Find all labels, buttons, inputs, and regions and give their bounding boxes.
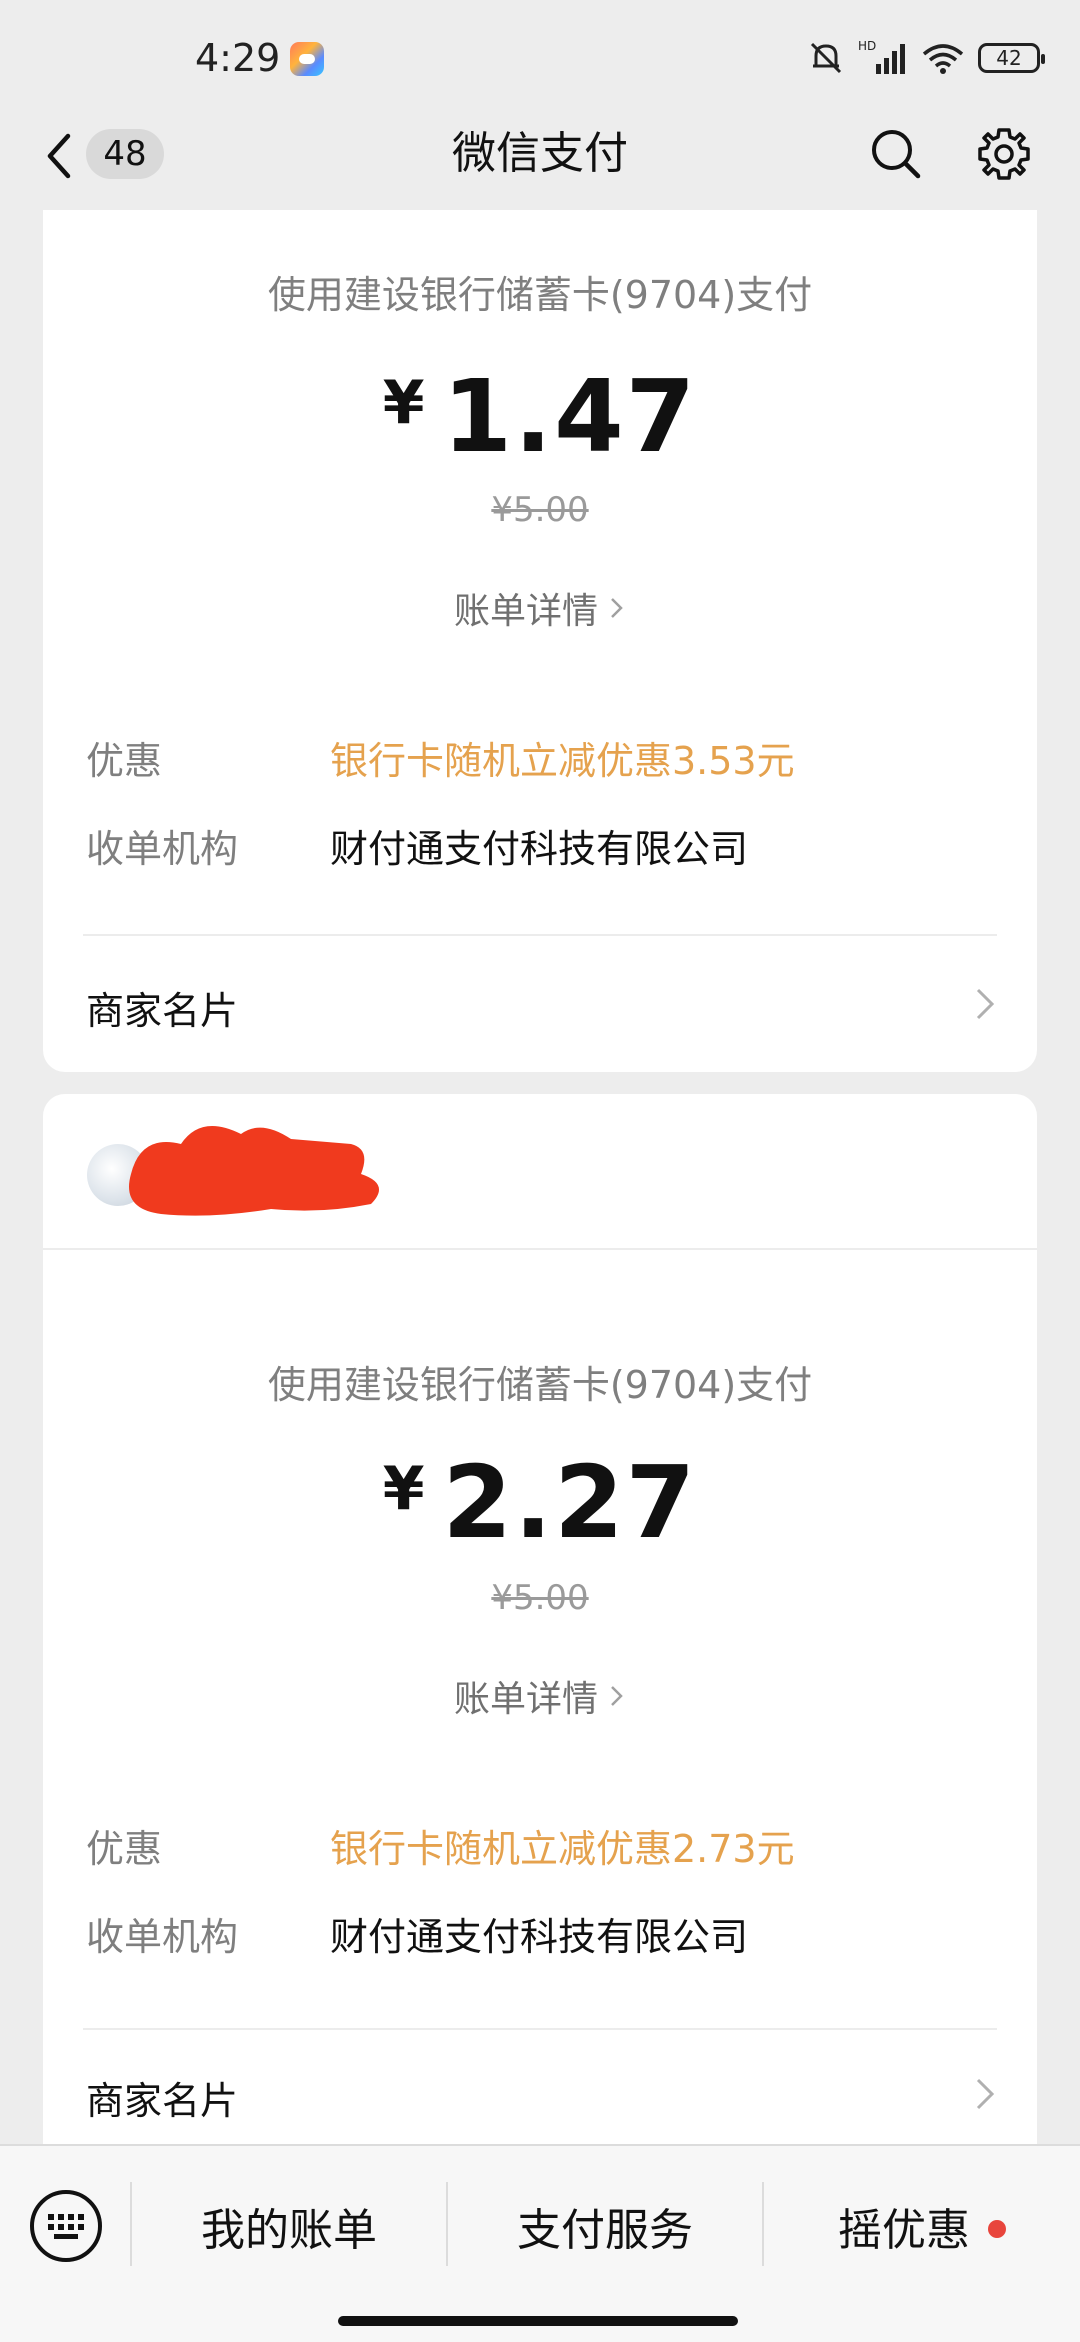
notification-dot [988,2220,1006,2238]
original-amount: ¥5.00 [491,490,589,530]
currency-symbol: ¥ [382,1454,427,1524]
status-icons: HD 42 [806,36,1045,80]
original-amount: ¥5.00 [491,1578,589,1618]
discount-value: 银行卡随机立减优惠3.53元 [330,739,795,783]
wifi-icon [922,44,964,74]
status-bar: 4:29 HD 42 [0,0,1080,120]
payment-method: 使用建设银行储蓄卡(9704)支付 [267,1363,813,1407]
merchant-card-row[interactable]: 商家名片 [86,980,238,1035]
acquirer-label: 收单机构 [86,827,239,871]
acquirer-value: 财付通支付科技有限公司 [330,827,749,871]
bill-detail-label: 账单详情 [453,591,598,632]
payment-amount: ¥1.47 [43,358,1037,475]
tab-shake-offers[interactable]: 摇优惠 [764,2194,1080,2258]
bill-detail-link[interactable]: 账单详情 [43,1670,1037,1722]
currency-symbol: ¥ [382,368,427,438]
bill-detail-label: 账单详情 [453,1679,598,1720]
home-indicator[interactable] [338,2316,738,2326]
transaction-card-1: 使用建设银行储蓄卡(9704)支付 ¥1.47 ¥5.00 账单详情 优惠 银行… [43,210,1037,1072]
divider [43,1248,1037,1250]
transaction-card-2: 使用建设银行储蓄卡(9704)支付 ¥2.27 ¥5.00 账单详情 优惠 银行… [43,1094,1037,2254]
signal-icon: HD [858,39,905,74]
tab-my-bills[interactable]: 我的账单 [132,2194,446,2258]
divider [83,2028,997,2030]
tab-payment-services[interactable]: 支付服务 [448,2194,762,2258]
redaction-mark [129,1126,379,1216]
acquirer-value: 财付通支付科技有限公司 [330,1915,749,1959]
discount-label: 优惠 [86,1827,163,1871]
chevron-right-icon [611,1686,623,1706]
discount-value: 银行卡随机立减优惠2.73元 [330,1827,795,1871]
amount-value: 1.47 [442,358,698,475]
payment-method: 使用建设银行储蓄卡(9704)支付 [267,273,813,317]
search-icon[interactable] [868,126,924,182]
divider [83,934,997,936]
network-type-label: HD [858,39,876,53]
acquirer-label: 收单机构 [86,1915,239,1959]
amount-value: 2.27 [442,1444,698,1561]
bottom-bar: 我的账单 支付服务 摇优惠 [0,2144,1080,2342]
tab-shake-offers-label: 摇优惠 [838,2205,970,2256]
chevron-right-icon [611,598,623,618]
status-time: 4:29 [195,36,281,80]
chevron-right-icon[interactable] [973,2074,997,2114]
bill-detail-link[interactable]: 账单详情 [43,582,1037,634]
gear-icon[interactable] [974,124,1034,184]
battery-icon: 42 [978,43,1045,73]
mute-bell-icon [810,42,842,74]
keyboard-icon[interactable] [28,2188,104,2264]
chevron-right-icon[interactable] [973,984,997,1024]
game-app-icon [290,42,324,76]
battery-level: 42 [996,46,1022,70]
payment-amount: ¥2.27 [43,1444,1037,1561]
merchant-card-row[interactable]: 商家名片 [86,2070,238,2125]
discount-label: 优惠 [86,739,163,783]
